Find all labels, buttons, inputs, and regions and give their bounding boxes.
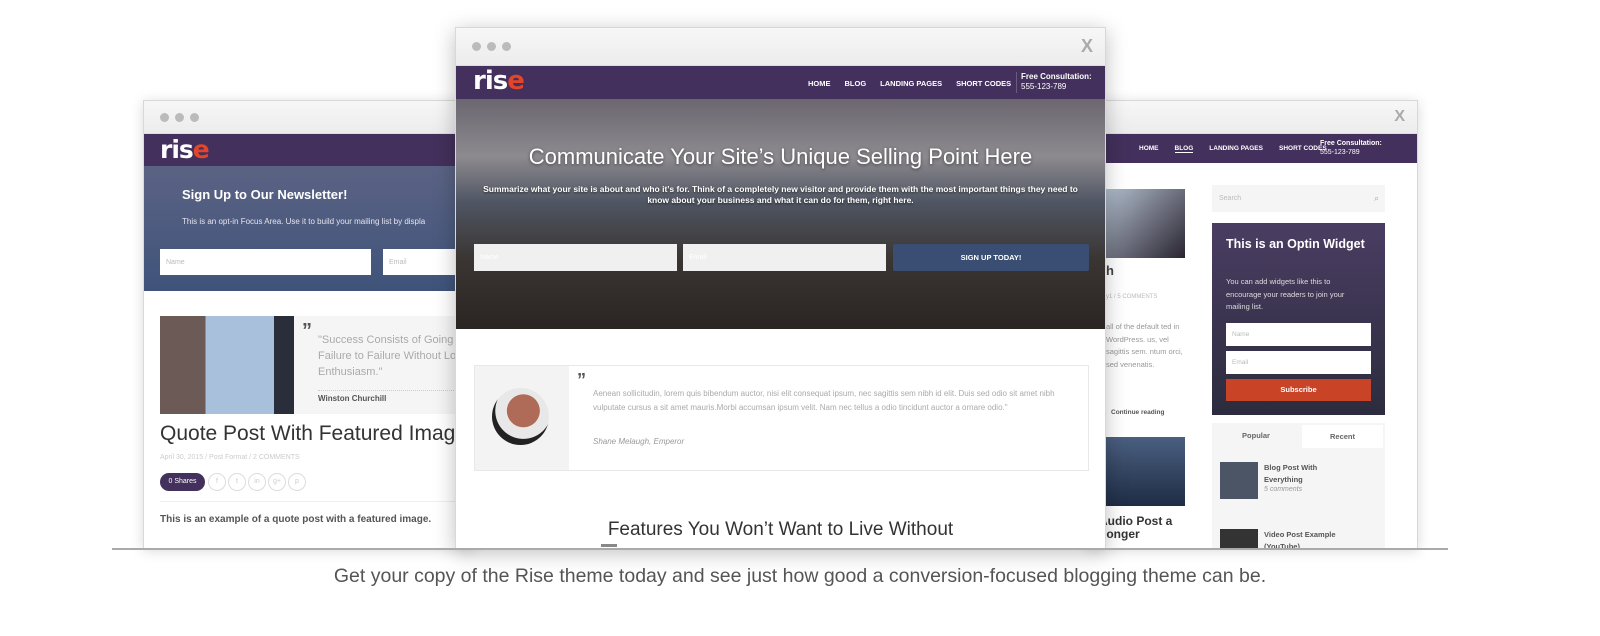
quote-text: "Success Consists of Going from Failure … — [318, 334, 473, 378]
optin-title: This is an Optin Widget — [1226, 237, 1365, 251]
nav-bar: rise — [144, 134, 472, 166]
divider — [160, 501, 472, 502]
video-post-thumb — [1220, 529, 1258, 548]
optin-name-input[interactable]: Name — [1226, 323, 1371, 346]
facebook-icon[interactable]: f — [208, 473, 226, 491]
testimonial: ” Aenean sollicitudin, lorem quis bibend… — [474, 365, 1089, 471]
linkedin-icon[interactable]: in — [248, 473, 266, 491]
nav-landing-pages[interactable]: LANDING PAGES — [880, 79, 942, 88]
popular-post-meta: 5 comments — [1264, 486, 1303, 493]
quote-icon: ” — [577, 370, 586, 390]
hero-title: Communicate Your Site’s Unique Selling P… — [528, 144, 1033, 169]
post-excerpt: This is an example of a quote post with … — [160, 514, 432, 525]
posts-tabs: Popular Recent Blog Post With Everything… — [1212, 423, 1385, 548]
features-title: Features You Won’t Want to Live Without — [607, 519, 954, 540]
search-icon[interactable]: ⌕ — [1374, 193, 1379, 204]
avatar — [492, 388, 549, 445]
popular-post-thumb — [1220, 462, 1258, 499]
nav-bar: rise HOME BLOG LANDING PAGES SHORT CODES… — [456, 66, 1105, 99]
post-title[interactable]: Quote Post With Featured Image — [160, 422, 467, 446]
title-bar: X — [1089, 101, 1417, 134]
twitter-icon[interactable]: t — [228, 473, 246, 491]
name-input[interactable]: Name — [160, 249, 371, 275]
nav-short-codes[interactable]: SHORT CODES — [956, 79, 1011, 88]
hero-email-input[interactable]: Email — [683, 244, 886, 271]
post-meta: April 30, 2015 / Post Format / 2 COMMENT… — [160, 454, 300, 461]
close-icon[interactable]: X — [1081, 36, 1093, 57]
search-input[interactable]: Search ⌕ — [1212, 185, 1385, 212]
nav-menu: HOME BLOG LANDING PAGES SHORT CODES — [808, 79, 1011, 88]
quote-featured-image — [160, 316, 294, 414]
share-icons: f t in g+ p — [208, 473, 306, 491]
consultation: Free Consultation: 555-123-789 — [1016, 72, 1092, 93]
optin-email-input[interactable]: Email — [1226, 351, 1371, 374]
post-meta-fragment: y1 / 5 COMMENTS — [1106, 294, 1158, 300]
testimonial-avatar-panel — [475, 366, 569, 470]
popular-post-title[interactable]: Blog Post With Everything — [1264, 462, 1344, 486]
tab-recent[interactable]: Recent — [1302, 425, 1383, 448]
subscribe-button[interactable]: Subscribe — [1226, 379, 1371, 401]
consultation: Free Consultation: 555-123-789 — [1320, 140, 1382, 157]
newsletter-text: This is an opt-in Focus Area. Use it to … — [182, 217, 426, 226]
title-bar: X — [456, 28, 1105, 66]
pinterest-icon[interactable]: p — [288, 473, 306, 491]
audio-post-title-fragment: Audio Post a Longer — [1099, 514, 1173, 541]
divider-line — [112, 548, 1448, 550]
close-icon[interactable]: X — [1394, 108, 1405, 126]
post-title-fragment: h — [1106, 263, 1114, 278]
audio-post-image — [1099, 437, 1185, 506]
testimonial-text: Aenean sollicitudin, lorem quis bibendum… — [593, 389, 1055, 412]
tab-popular[interactable]: Popular — [1212, 423, 1300, 448]
nav-home[interactable]: HOME — [1139, 145, 1159, 153]
left-browser-window: rise Sign Up to Our Newsletter! This is … — [143, 100, 473, 549]
nav-menu: HOME BLOG LANDING PAGES SHORT CODES — [1139, 145, 1327, 153]
quote-icon: ” — [302, 320, 312, 342]
hero-section: Communicate Your Site’s Unique Selling P… — [456, 99, 1105, 329]
center-browser-window: X rise HOME BLOG LANDING PAGES SHORT COD… — [455, 27, 1106, 549]
nav-bar: HOME BLOG LANDING PAGES SHORT CODES Free… — [1089, 134, 1417, 163]
nav-home[interactable]: HOME — [808, 79, 831, 88]
signup-button[interactable]: SIGN UP TODAY! — [893, 244, 1089, 271]
post-excerpt-fragment: all of the default ted in WordPress. us,… — [1106, 322, 1183, 369]
right-browser-window: X HOME BLOG LANDING PAGES SHORT CODES Fr… — [1088, 100, 1418, 549]
video-post-title[interactable]: Video Post Example (YouTube) — [1264, 529, 1354, 548]
hero-text: Summarize what your site is about and wh… — [483, 184, 1078, 205]
hero-name-input[interactable]: Name — [474, 244, 677, 271]
quote-block: ” "Success Consists of Going from Failur… — [294, 316, 473, 414]
newsletter-title: Sign Up to Our Newsletter! — [182, 187, 348, 202]
optin-text: You can add widgets like this to encoura… — [1226, 277, 1345, 311]
nav-landing-pages[interactable]: LANDING PAGES — [1209, 145, 1263, 153]
title-bar — [144, 101, 472, 134]
nav-blog[interactable]: BLOG — [845, 79, 867, 88]
nav-blog[interactable]: BLOG — [1174, 145, 1194, 153]
quote-author: Winston Churchill — [318, 390, 472, 403]
testimonial-author: Shane Melaugh, Emperor — [593, 437, 685, 446]
features-underline — [601, 544, 617, 547]
shares-badge[interactable]: 0 Shares — [160, 473, 205, 491]
newsletter-area: Sign Up to Our Newsletter! This is an op… — [144, 166, 472, 291]
logo[interactable]: rise — [160, 135, 210, 164]
caption: Get your copy of the Rise theme today an… — [333, 565, 1267, 587]
post-card-image — [1099, 189, 1185, 258]
logo[interactable]: rise — [473, 66, 525, 96]
google-plus-icon[interactable]: g+ — [268, 473, 286, 491]
continue-reading-link[interactable]: Continue reading — [1111, 409, 1164, 416]
optin-widget: This is an Optin Widget You can add widg… — [1212, 223, 1385, 415]
